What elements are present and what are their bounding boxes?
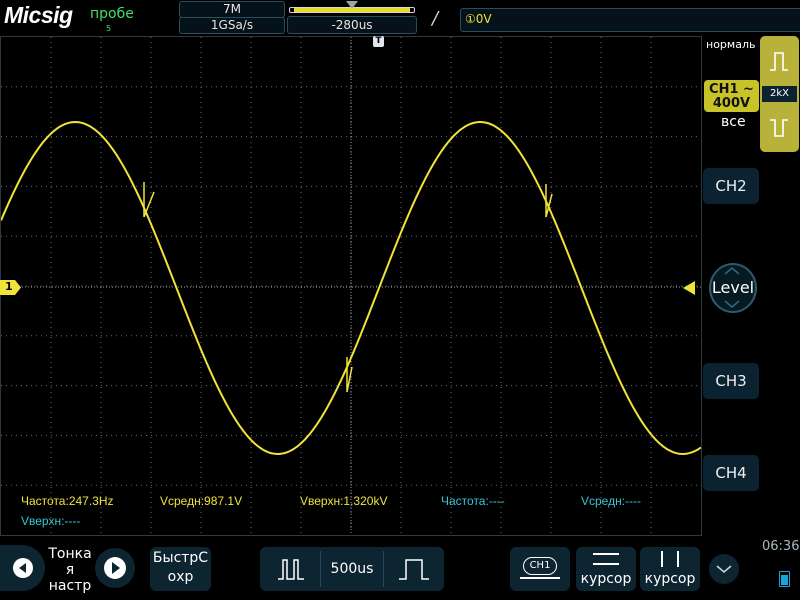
collapse-menu-button[interactable] [709,554,739,584]
vcursor-line2-icon [677,551,679,567]
wide-pulse-icon [399,559,429,580]
horizontal-cursor-button[interactable]: курсор [576,547,636,591]
timebase-decrease-button[interactable] [260,547,320,591]
trigger-source-all[interactable]: все [721,114,746,130]
chevron-up-icon [724,267,740,275]
hcursor-line2-icon [593,563,619,565]
horizontal-position-box[interactable]: -280us [287,1,417,34]
cursor-label-2: курсор [644,571,696,587]
ch2-button[interactable]: CH2 [703,168,759,204]
waveform-display[interactable] [0,36,702,536]
vcursor-line1-icon [661,551,663,567]
trigger-type-panel[interactable]: 2kX [760,36,799,152]
timebase-control[interactable]: 500us [260,547,444,591]
measure-frequency-ch1[interactable]: Частота:247.3Hz [21,494,114,508]
ch1-coupling-icon: ~ [743,82,754,97]
ch1-offset-marker[interactable]: 1 [0,280,22,295]
ch1-scale-button[interactable]: CH1 ~ 400V [704,80,759,112]
next-menu-button[interactable] [94,545,138,591]
level-knob[interactable]: Level [709,263,757,313]
ch1-scale: 400V [712,96,751,111]
measure-mean-ch1[interactable]: Vсредн:987.1V [160,494,242,508]
trigger-level-readout: ①0V [465,12,492,26]
trigger-level-marker-icon[interactable] [683,281,695,295]
arrow-right-icon [95,548,135,588]
arrow-left-icon [13,558,33,578]
battery-icon [779,571,790,587]
ch1-badge: CH1 [523,557,557,575]
top-bar: Micsig пробе 5 7M 1GSa/s -280us / ①0V [0,0,800,34]
horizontal-position[interactable]: -280us [287,16,417,34]
trigger-coupling[interactable]: 2kX [762,86,797,102]
narrow-pulse-icon [278,559,304,580]
prev-menu-button[interactable] [0,545,45,591]
pulse-low-icon [770,119,788,137]
graticule [1,37,701,535]
channel-select-button[interactable]: CH1 [510,547,570,591]
memory-depth[interactable]: 7M [179,1,285,18]
measure-top-ch1[interactable]: Vверхн:1.320kV [300,494,387,508]
measure-mean-empty[interactable]: Vсредн:---- [581,494,641,508]
measure-top-empty[interactable]: Vверхн:---- [21,514,80,528]
trigger-position-marker-icon [346,1,358,9]
waveform-glitch [143,182,155,218]
ch4-button[interactable]: CH4 [703,455,759,491]
probe-label[interactable]: пробе [90,6,134,22]
time-scale: 500us [330,561,374,577]
trigger-level-box[interactable]: ①0V [460,8,800,32]
trigger-time-marker-icon[interactable]: T [373,36,384,47]
timebase-increase-button[interactable] [384,547,444,591]
ch1-marker-label: 1 [5,280,13,293]
measure-frequency-empty[interactable]: Частота:---- [441,494,505,508]
clock: 06:36 [762,539,800,554]
level-label: Level [711,278,755,297]
probe-sub-label: 5 [106,24,112,33]
ch1-waveform [1,120,701,456]
chevron-down-icon [716,565,732,574]
brand-logo: Micsig [4,2,73,28]
ch1-name: CH1 [709,82,739,97]
vertical-cursor-button[interactable]: курсор [640,547,700,591]
trigger-slope-icon[interactable]: / [432,8,438,29]
hcursor-line1-icon [593,553,619,555]
pulse-high-icon [770,52,788,71]
menu-label[interactable]: Тонка я настр [46,546,94,594]
cursor-label-1: курсор [580,571,632,587]
ch3-button[interactable]: CH3 [703,363,759,399]
quick-save-button[interactable]: БыстрС охр [150,547,211,591]
trigger-mode[interactable]: нормаль [706,38,755,51]
sample-rate[interactable]: 1GSa/s [179,17,285,34]
chevron-down-icon [724,300,740,308]
